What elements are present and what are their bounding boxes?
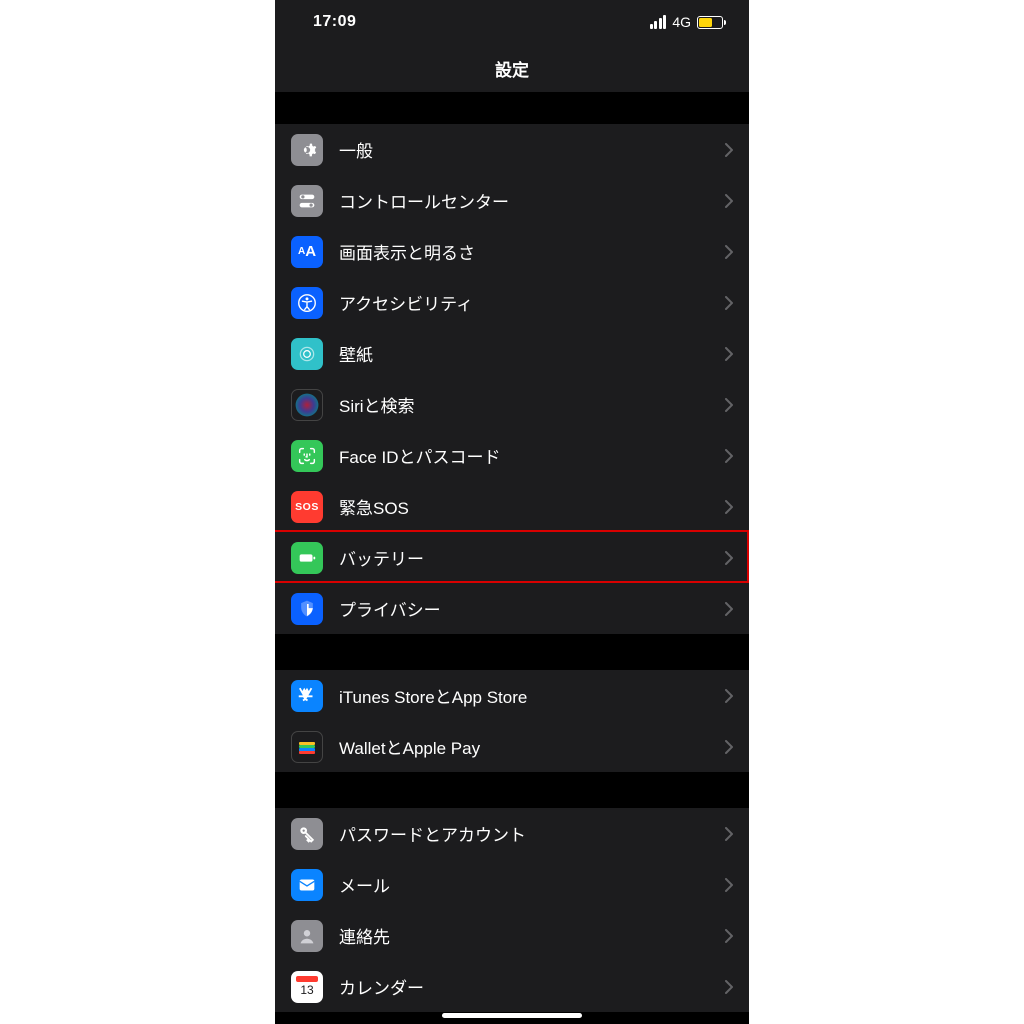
chevron-right-icon — [725, 689, 733, 703]
section-accounts: パスワードとアカウント メール 連絡先 13 — [275, 808, 749, 1012]
settings-list[interactable]: 一般 コントロールセンター AA 画面表示と明るさ — [275, 92, 749, 1024]
row-battery[interactable]: バッテリー — [275, 532, 749, 583]
chevron-right-icon — [725, 980, 733, 994]
privacy-icon — [291, 593, 323, 625]
battery-icon — [697, 16, 723, 29]
sos-text: SOS — [295, 501, 319, 513]
chevron-right-icon — [725, 602, 733, 616]
row-general[interactable]: 一般 — [275, 124, 749, 175]
faceid-icon — [291, 440, 323, 472]
calendar-icon: 13 — [291, 971, 323, 1003]
battery-row-icon — [291, 542, 323, 574]
row-itunes-appstore[interactable]: iTunes StoreとApp Store — [275, 670, 749, 721]
gear-icon — [291, 134, 323, 166]
key-icon — [291, 818, 323, 850]
status-time: 17:09 — [313, 13, 356, 31]
row-label: カレンダー — [339, 974, 725, 999]
contacts-icon — [291, 920, 323, 952]
row-label: メール — [339, 872, 725, 897]
row-passwords[interactable]: パスワードとアカウント — [275, 808, 749, 859]
chevron-right-icon — [725, 296, 733, 310]
device-frame: 17:09 4G 設定 一般 コントロールセンター — [275, 0, 749, 1024]
row-sos[interactable]: SOS 緊急SOS — [275, 481, 749, 532]
row-label: 壁紙 — [339, 341, 725, 366]
chevron-right-icon — [725, 551, 733, 565]
row-siri[interactable]: Siriと検索 — [275, 379, 749, 430]
navbar: 設定 — [275, 44, 749, 92]
row-label: Siriと検索 — [339, 392, 725, 417]
row-wallet-applepay[interactable]: WalletとApple Pay — [275, 721, 749, 772]
row-label: プライバシー — [339, 596, 725, 621]
section-general: 一般 コントロールセンター AA 画面表示と明るさ — [275, 124, 749, 634]
chevron-right-icon — [725, 929, 733, 943]
accessibility-icon — [291, 287, 323, 319]
page-title: 設定 — [495, 56, 529, 81]
row-label: 連絡先 — [339, 923, 725, 948]
row-label: パスワードとアカウント — [339, 821, 725, 846]
row-contacts[interactable]: 連絡先 — [275, 910, 749, 961]
row-label: WalletとApple Pay — [339, 734, 725, 759]
row-label: バッテリー — [339, 545, 725, 570]
chevron-right-icon — [725, 449, 733, 463]
chevron-right-icon — [725, 740, 733, 754]
row-privacy[interactable]: プライバシー — [275, 583, 749, 634]
chevron-right-icon — [725, 143, 733, 157]
row-label: 緊急SOS — [339, 494, 725, 519]
chevron-right-icon — [725, 347, 733, 361]
row-faceid[interactable]: Face IDとパスコード — [275, 430, 749, 481]
chevron-right-icon — [725, 878, 733, 892]
section-store: iTunes StoreとApp Store WalletとApple Pay — [275, 670, 749, 772]
svg-text:13: 13 — [300, 983, 314, 997]
wallpaper-icon — [291, 338, 323, 370]
row-label: 一般 — [339, 137, 725, 162]
wallet-icon — [291, 731, 323, 763]
chevron-right-icon — [725, 500, 733, 514]
row-display[interactable]: AA 画面表示と明るさ — [275, 226, 749, 277]
row-mail[interactable]: メール — [275, 859, 749, 910]
sos-icon: SOS — [291, 491, 323, 523]
row-label: 画面表示と明るさ — [339, 239, 725, 264]
row-label: iTunes StoreとApp Store — [339, 683, 725, 708]
signal-icon — [650, 15, 667, 29]
siri-icon — [291, 389, 323, 421]
row-label: アクセシビリティ — [339, 290, 725, 315]
chevron-right-icon — [725, 245, 733, 259]
display-icon: AA — [291, 236, 323, 268]
home-indicator[interactable] — [442, 1013, 582, 1018]
row-control-center[interactable]: コントロールセンター — [275, 175, 749, 226]
chevron-right-icon — [725, 827, 733, 841]
status-bar: 17:09 4G — [275, 0, 749, 44]
row-wallpaper[interactable]: 壁紙 — [275, 328, 749, 379]
row-label: Face IDとパスコード — [339, 443, 725, 468]
appstore-icon — [291, 680, 323, 712]
row-accessibility[interactable]: アクセシビリティ — [275, 277, 749, 328]
row-label: コントロールセンター — [339, 188, 725, 213]
mail-icon — [291, 869, 323, 901]
connection-label: 4G — [672, 14, 691, 30]
chevron-right-icon — [725, 194, 733, 208]
chevron-right-icon — [725, 398, 733, 412]
status-right: 4G — [650, 14, 723, 30]
row-calendar[interactable]: 13 カレンダー — [275, 961, 749, 1012]
control-center-icon — [291, 185, 323, 217]
